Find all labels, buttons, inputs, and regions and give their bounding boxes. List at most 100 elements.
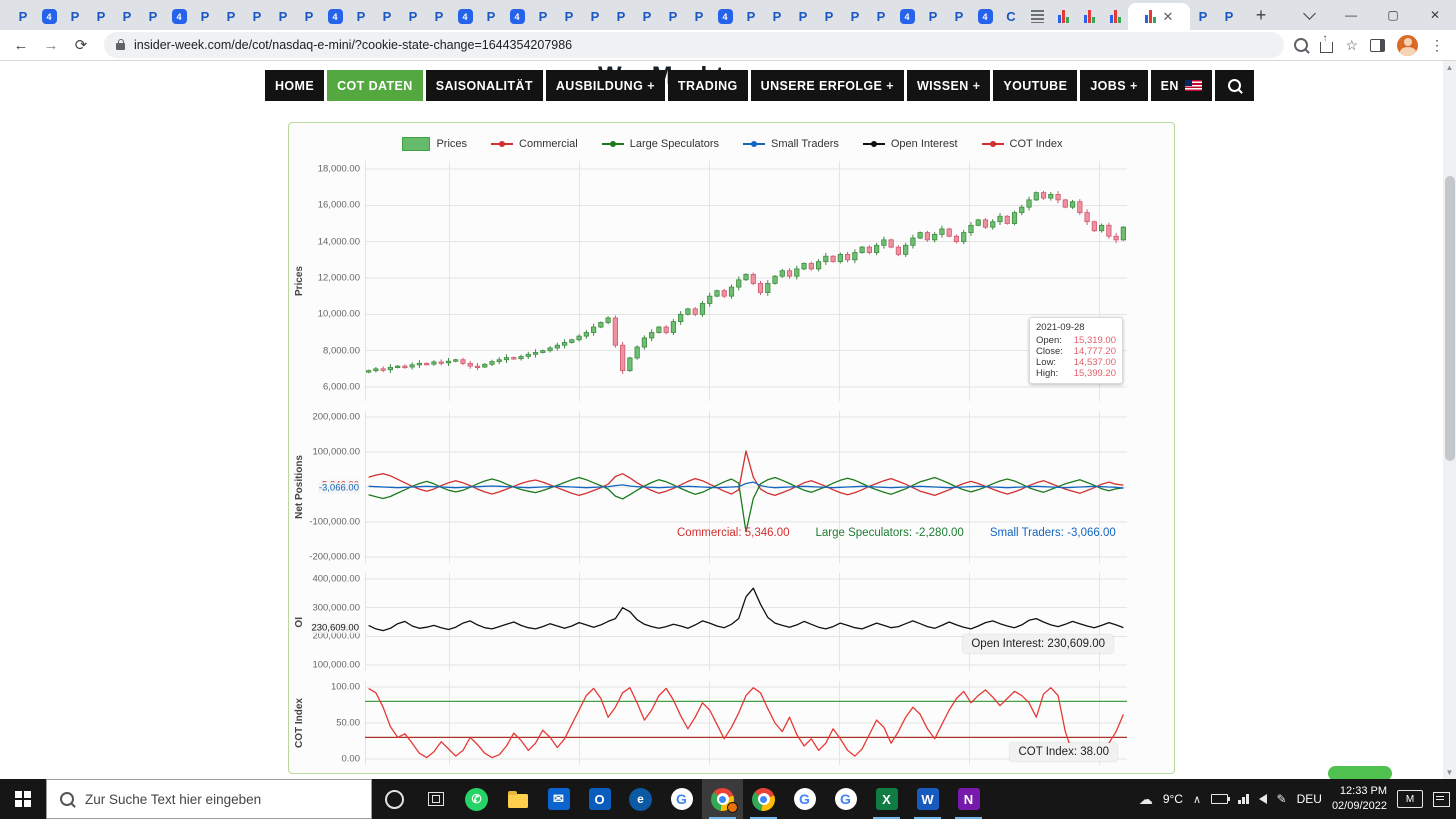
browser-tab[interactable]: 4 xyxy=(972,3,998,30)
browser-tab[interactable]: P xyxy=(374,3,400,30)
weather-cloud-icon[interactable]: ☁ xyxy=(1139,791,1153,808)
browser-tab[interactable]: P xyxy=(62,3,88,30)
browser-tab[interactable]: P xyxy=(348,3,374,30)
word-icon[interactable]: W xyxy=(907,779,948,819)
ime-icon[interactable]: M xyxy=(1397,790,1423,808)
clock[interactable]: 12:33 PM 02/09/2022 xyxy=(1332,784,1387,814)
active-tab[interactable]: ✕ xyxy=(1128,3,1190,30)
cortana-icon[interactable] xyxy=(374,779,415,819)
nav-item-youtube[interactable]: YOUTUBE xyxy=(993,70,1077,101)
bookmark-star-icon[interactable]: ☆ xyxy=(1345,37,1358,54)
browser-tab[interactable]: 4 xyxy=(504,3,530,30)
browser-tab[interactable]: P xyxy=(218,3,244,30)
nav-item-unsere-erfolge[interactable]: UNSERE ERFOLGE+ xyxy=(751,70,904,101)
nav-item-ausbildung[interactable]: AUSBILDUNG+ xyxy=(546,70,665,101)
start-button[interactable] xyxy=(0,779,46,819)
edge-icon[interactable]: e xyxy=(620,779,661,819)
browser-tab[interactable]: P xyxy=(1190,3,1216,30)
browser-tab[interactable]: 4 xyxy=(452,3,478,30)
browser-tab[interactable]: P xyxy=(400,3,426,30)
chrome-icon[interactable] xyxy=(702,779,743,819)
browser-tab[interactable]: C xyxy=(998,3,1024,30)
minimize-button[interactable]: — xyxy=(1330,0,1372,30)
reload-button[interactable]: ⟳ xyxy=(68,32,94,58)
cookie-button-fragment[interactable] xyxy=(1328,766,1392,779)
share-icon[interactable] xyxy=(1320,42,1333,53)
zoom-icon[interactable] xyxy=(1294,38,1308,52)
new-tab-button[interactable]: + xyxy=(1248,2,1274,28)
browser-tab[interactable]: P xyxy=(842,3,868,30)
tab-search-button[interactable] xyxy=(1288,0,1330,30)
browser-tab[interactable]: P xyxy=(10,3,36,30)
browser-tab[interactable] xyxy=(1024,3,1050,30)
browser-tab[interactable]: P xyxy=(920,3,946,30)
file-explorer-icon[interactable] xyxy=(497,779,538,819)
browser-tab[interactable]: P xyxy=(608,3,634,30)
back-button[interactable]: ← xyxy=(8,32,34,58)
nav-search-button[interactable] xyxy=(1215,70,1254,101)
nav-item-trading[interactable]: TRADING xyxy=(668,70,748,101)
nav-item-home[interactable]: HOME xyxy=(265,70,324,101)
browser-tab[interactable]: P xyxy=(426,3,452,30)
nav-item-cot-daten[interactable]: COT DATEN xyxy=(327,70,423,101)
browser-tab[interactable]: P xyxy=(790,3,816,30)
browser-tab[interactable] xyxy=(1102,3,1128,30)
forward-button[interactable]: → xyxy=(38,32,64,58)
network-icon[interactable] xyxy=(1238,794,1249,804)
https-lock-icon[interactable] xyxy=(116,43,125,50)
tab-close-icon[interactable]: ✕ xyxy=(1163,10,1174,23)
close-window-button[interactable]: ✕ xyxy=(1414,0,1456,30)
address-bar[interactable]: insider-week.com/de/cot/nasdaq-e-mini/?c… xyxy=(104,32,1284,58)
browser-tab[interactable]: P xyxy=(946,3,972,30)
action-center-icon[interactable] xyxy=(1433,792,1450,807)
browser-tab[interactable]: P xyxy=(634,3,660,30)
excel-icon[interactable]: X xyxy=(866,779,907,819)
chrome-icon[interactable] xyxy=(743,779,784,819)
legend-item-small-traders[interactable]: Small Traders xyxy=(743,138,839,150)
battery-icon[interactable] xyxy=(1211,794,1228,804)
side-panel-icon[interactable] xyxy=(1370,39,1385,52)
browser-tab[interactable]: P xyxy=(868,3,894,30)
google-icon[interactable]: G xyxy=(661,779,702,819)
keyboard-language[interactable]: DEU xyxy=(1297,792,1322,806)
browser-tab[interactable]: P xyxy=(478,3,504,30)
browser-tab[interactable] xyxy=(1050,3,1076,30)
browser-tab[interactable]: P xyxy=(816,3,842,30)
pen-icon[interactable]: ✎ xyxy=(1277,792,1287,806)
volume-icon[interactable] xyxy=(1259,794,1267,804)
mail-icon[interactable]: ✉ xyxy=(538,779,579,819)
oi-plot[interactable]: Open Interest: 230,609.00 xyxy=(365,573,1127,671)
legend-item-large-speculators[interactable]: Large Speculators xyxy=(602,138,719,150)
whatsapp-icon[interactable]: ✆ xyxy=(456,779,497,819)
prices-plot[interactable]: 2021-09-28 Open:15,319.00 Close:14,777.2… xyxy=(365,161,1127,401)
browser-tab[interactable]: P xyxy=(114,3,140,30)
browser-tab[interactable]: P xyxy=(660,3,686,30)
nav-item-en[interactable]: EN xyxy=(1151,70,1212,101)
browser-tab[interactable]: P xyxy=(88,3,114,30)
browser-tab[interactable]: P xyxy=(556,3,582,30)
browser-tab[interactable]: 4 xyxy=(322,3,348,30)
browser-tab[interactable]: P xyxy=(270,3,296,30)
maximize-button[interactable]: ▢ xyxy=(1372,0,1414,30)
legend-item-cot-index[interactable]: COT Index xyxy=(982,138,1063,150)
page-scrollbar[interactable]: ▲ ▼ xyxy=(1443,61,1456,779)
legend-item-commercial[interactable]: Commercial xyxy=(491,138,578,150)
task-view-icon[interactable] xyxy=(415,779,456,819)
net-positions-plot[interactable]: Commercial: 5,346.00 Large Speculators: … xyxy=(365,411,1127,563)
browser-tab[interactable]: P xyxy=(296,3,322,30)
browser-tab[interactable]: P xyxy=(1216,3,1242,30)
browser-tab[interactable]: P xyxy=(686,3,712,30)
taskbar-search[interactable]: Zur Suche Text hier eingeben xyxy=(46,779,372,819)
legend-item-open-interest[interactable]: Open Interest xyxy=(863,138,958,150)
google-icon[interactable]: G xyxy=(784,779,825,819)
browser-tab[interactable]: P xyxy=(582,3,608,30)
scrollbar-thumb[interactable] xyxy=(1445,176,1455,461)
browser-tab[interactable]: P xyxy=(244,3,270,30)
nav-item-jobs[interactable]: JOBS+ xyxy=(1080,70,1147,101)
browser-tab[interactable]: 4 xyxy=(166,3,192,30)
browser-tab[interactable]: 4 xyxy=(894,3,920,30)
browser-tab[interactable]: P xyxy=(140,3,166,30)
temperature-label[interactable]: 9°C xyxy=(1163,792,1183,806)
cot-index-plot[interactable]: COT Index: 38.00 xyxy=(365,681,1127,765)
browser-tab[interactable]: 4 xyxy=(36,3,62,30)
